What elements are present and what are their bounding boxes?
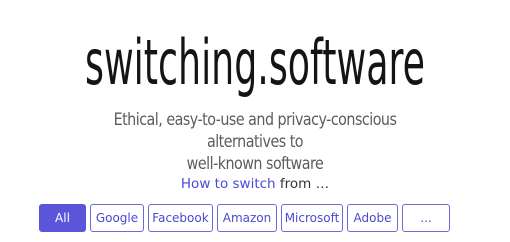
filter-bar: All Google Facebook Amazon Microsoft Ado…: [39, 204, 450, 232]
how-to-switch-link[interactable]: How to switch: [181, 176, 276, 192]
filter-more-button[interactable]: ...: [402, 204, 450, 232]
filter-facebook-button[interactable]: Facebook: [148, 204, 213, 232]
filter-google-button[interactable]: Google: [90, 204, 144, 232]
page: switching.software Ethical, easy-to-use …: [0, 0, 510, 242]
tagline-line-2: well-known software: [186, 154, 324, 174]
tagline: Ethical, easy-to-use and privacy-conscio…: [74, 109, 435, 175]
site-logo[interactable]: switching.software: [0, 18, 510, 100]
filter-adobe-button[interactable]: Adobe: [347, 204, 398, 232]
filter-amazon-button[interactable]: Amazon: [217, 204, 277, 232]
logo-text: switching.software: [85, 26, 425, 99]
filter-all-button[interactable]: All: [39, 204, 86, 232]
filter-microsoft-button[interactable]: Microsoft: [281, 204, 343, 232]
how-to-switch-suffix: from …: [275, 176, 330, 192]
how-to-switch-line: How to switch from …: [0, 176, 510, 192]
tagline-line-1: Ethical, easy-to-use and privacy-conscio…: [113, 110, 397, 152]
